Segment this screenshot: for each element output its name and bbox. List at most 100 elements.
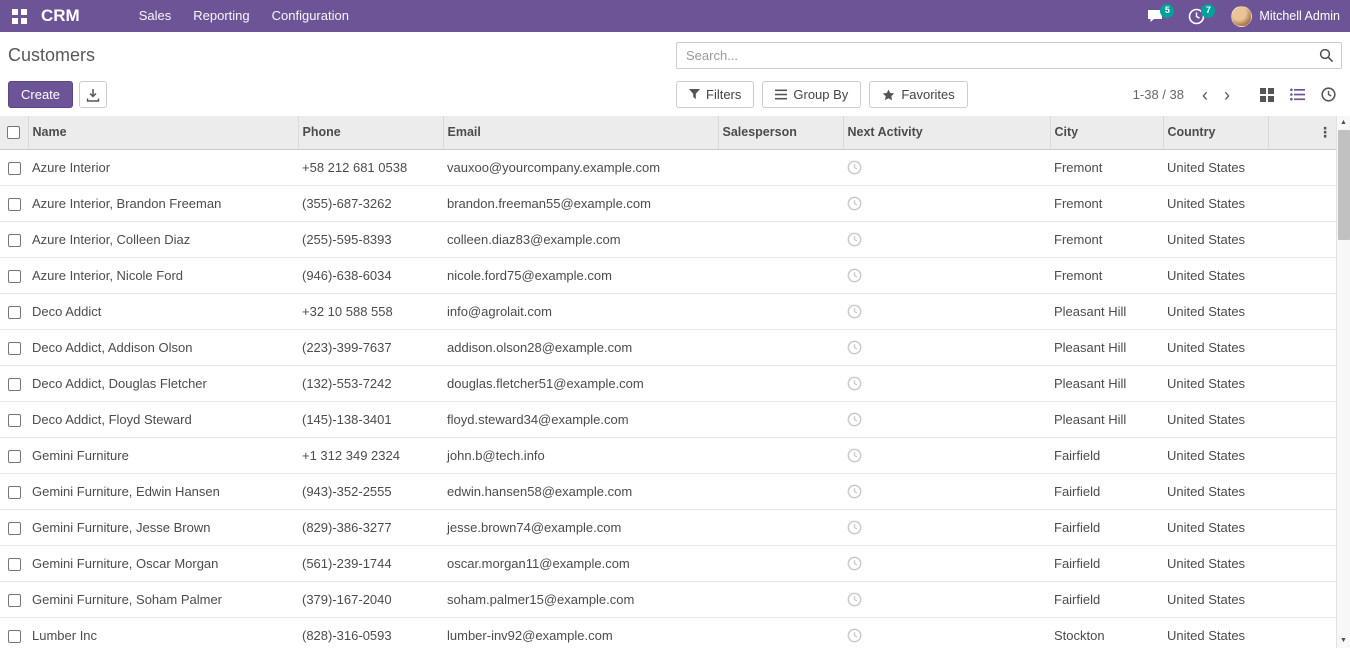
cell-next-activity bbox=[843, 221, 1050, 257]
cell-email: brandon.freeman55@example.com bbox=[443, 185, 718, 221]
customer-row[interactable]: Azure Interior, Colleen Diaz (255)-595-8… bbox=[0, 221, 1350, 257]
activity-view-button[interactable] bbox=[1315, 83, 1342, 106]
cell-country: United States bbox=[1163, 293, 1268, 329]
customer-row[interactable]: Azure Interior, Brandon Freeman (355)-68… bbox=[0, 185, 1350, 221]
list-view-button[interactable] bbox=[1284, 84, 1311, 105]
customer-row[interactable]: Deco Addict, Floyd Steward (145)-138-340… bbox=[0, 401, 1350, 437]
cell-salesperson bbox=[718, 473, 843, 509]
next-activity-clock-icon[interactable] bbox=[847, 304, 862, 319]
activities-button[interactable]: 7 bbox=[1176, 4, 1217, 29]
next-activity-clock-icon[interactable] bbox=[847, 376, 862, 391]
customer-row[interactable]: Deco Addict, Douglas Fletcher (132)-553-… bbox=[0, 365, 1350, 401]
row-checkbox[interactable] bbox=[8, 342, 21, 355]
row-checkbox[interactable] bbox=[8, 594, 21, 607]
create-button[interactable]: Create bbox=[8, 81, 73, 108]
customer-row[interactable]: Gemini Furniture +1 312 349 2324 john.b@… bbox=[0, 437, 1350, 473]
pager-next-button[interactable]: › bbox=[1216, 85, 1238, 105]
cell-phone: (943)-352-2555 bbox=[298, 473, 443, 509]
next-activity-clock-icon[interactable] bbox=[847, 556, 862, 571]
next-activity-clock-icon[interactable] bbox=[847, 160, 862, 175]
scroll-down-arrow-icon[interactable]: ▼ bbox=[1337, 634, 1350, 648]
apps-menu-button[interactable] bbox=[4, 5, 35, 28]
column-header-name[interactable]: Name bbox=[28, 116, 298, 149]
customer-row[interactable]: Azure Interior, Nicole Ford (946)-638-60… bbox=[0, 257, 1350, 293]
cell-next-activity bbox=[843, 581, 1050, 617]
row-checkbox[interactable] bbox=[8, 378, 21, 391]
row-checkbox[interactable] bbox=[8, 162, 21, 175]
group-by-label: Group By bbox=[793, 87, 848, 102]
cell-country: United States bbox=[1163, 221, 1268, 257]
row-select-cell bbox=[0, 257, 28, 293]
next-activity-clock-icon[interactable] bbox=[847, 592, 862, 607]
cell-next-activity bbox=[843, 329, 1050, 365]
cell-city: Pleasant Hill bbox=[1050, 401, 1163, 437]
next-activity-clock-icon[interactable] bbox=[847, 232, 862, 247]
cell-name: Azure Interior, Brandon Freeman bbox=[28, 185, 298, 221]
row-checkbox[interactable] bbox=[8, 234, 21, 247]
cell-country: United States bbox=[1163, 365, 1268, 401]
next-activity-clock-icon[interactable] bbox=[847, 448, 862, 463]
next-activity-clock-icon[interactable] bbox=[847, 196, 862, 211]
filters-label: Filters bbox=[706, 87, 741, 102]
menu-reporting[interactable]: Reporting bbox=[182, 0, 260, 32]
app-name[interactable]: CRM bbox=[41, 6, 80, 26]
cell-city: Fairfield bbox=[1050, 545, 1163, 581]
customer-row[interactable]: Gemini Furniture, Soham Palmer (379)-167… bbox=[0, 581, 1350, 617]
row-select-cell bbox=[0, 581, 28, 617]
row-checkbox[interactable] bbox=[8, 414, 21, 427]
row-checkbox[interactable] bbox=[8, 630, 21, 643]
scroll-up-arrow-icon[interactable]: ▲ bbox=[1337, 116, 1350, 130]
user-menu[interactable]: Mitchell Admin bbox=[1231, 6, 1340, 27]
customer-row[interactable]: Gemini Furniture, Jesse Brown (829)-386-… bbox=[0, 509, 1350, 545]
filters-button[interactable]: Filters bbox=[676, 81, 754, 108]
customer-row[interactable]: Gemini Furniture, Edwin Hansen (943)-352… bbox=[0, 473, 1350, 509]
row-checkbox[interactable] bbox=[8, 486, 21, 499]
cell-salesperson bbox=[718, 257, 843, 293]
cell-name: Deco Addict, Addison Olson bbox=[28, 329, 298, 365]
pager-previous-button[interactable]: ‹ bbox=[1194, 85, 1216, 105]
optional-columns-icon[interactable]: ⋮ bbox=[1318, 124, 1332, 140]
customer-row[interactable]: Gemini Furniture, Oscar Morgan (561)-239… bbox=[0, 545, 1350, 581]
menu-sales[interactable]: Sales bbox=[128, 0, 183, 32]
column-header-phone[interactable]: Phone bbox=[298, 116, 443, 149]
next-activity-clock-icon[interactable] bbox=[847, 340, 862, 355]
kanban-grid-icon bbox=[1260, 88, 1274, 102]
row-checkbox[interactable] bbox=[8, 558, 21, 571]
next-activity-clock-icon[interactable] bbox=[847, 520, 862, 535]
column-header-next-activity[interactable]: Next Activity bbox=[843, 116, 1050, 149]
next-activity-clock-icon[interactable] bbox=[847, 412, 862, 427]
column-header-city[interactable]: City bbox=[1050, 116, 1163, 149]
row-select-cell bbox=[0, 329, 28, 365]
menu-configuration[interactable]: Configuration bbox=[261, 0, 360, 32]
next-activity-clock-icon[interactable] bbox=[847, 484, 862, 499]
column-header-country[interactable]: Country bbox=[1163, 116, 1268, 149]
row-checkbox[interactable] bbox=[8, 270, 21, 283]
search-input[interactable] bbox=[676, 42, 1342, 69]
row-checkbox[interactable] bbox=[8, 306, 21, 319]
page-title: Customers bbox=[8, 42, 676, 69]
select-all-checkbox[interactable] bbox=[7, 126, 20, 139]
group-by-button[interactable]: Group By bbox=[762, 81, 861, 108]
column-header-email[interactable]: Email bbox=[443, 116, 718, 149]
cell-city: Pleasant Hill bbox=[1050, 293, 1163, 329]
search-icon[interactable] bbox=[1319, 48, 1334, 63]
customer-row[interactable]: Azure Interior +58 212 681 0538 vauxoo@y… bbox=[0, 149, 1350, 185]
export-button[interactable] bbox=[79, 81, 107, 108]
star-icon bbox=[882, 89, 895, 101]
kanban-view-button[interactable] bbox=[1254, 84, 1280, 106]
row-checkbox[interactable] bbox=[8, 450, 21, 463]
row-checkbox[interactable] bbox=[8, 522, 21, 535]
row-checkbox[interactable] bbox=[8, 198, 21, 211]
favorites-button[interactable]: Favorites bbox=[869, 81, 967, 108]
column-header-salesperson[interactable]: Salesperson bbox=[718, 116, 843, 149]
scrollbar-thumb[interactable] bbox=[1338, 130, 1350, 240]
customer-row[interactable]: Lumber Inc (828)-316-0593 lumber-inv92@e… bbox=[0, 617, 1350, 648]
cell-city: Fremont bbox=[1050, 185, 1163, 221]
customer-row[interactable]: Deco Addict, Addison Olson (223)-399-763… bbox=[0, 329, 1350, 365]
messages-button[interactable]: 5 bbox=[1135, 4, 1176, 28]
customer-row[interactable]: Deco Addict +32 10 588 558 info@agrolait… bbox=[0, 293, 1350, 329]
next-activity-clock-icon[interactable] bbox=[847, 628, 862, 643]
vertical-scrollbar[interactable]: ▲ ▼ bbox=[1336, 116, 1350, 648]
next-activity-clock-icon[interactable] bbox=[847, 268, 862, 283]
cell-email: nicole.ford75@example.com bbox=[443, 257, 718, 293]
